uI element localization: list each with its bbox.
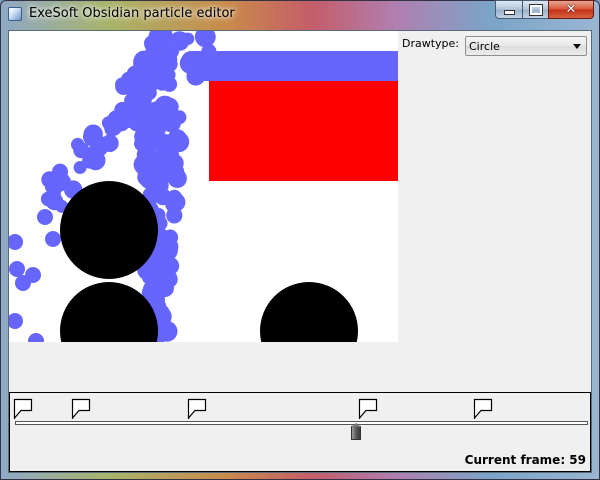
particle: [37, 209, 53, 225]
particle: [40, 191, 56, 207]
particle: [85, 150, 106, 171]
particle: [101, 134, 119, 152]
keyframe-marker[interactable]: [71, 398, 91, 420]
particle: [166, 207, 183, 224]
particle: [85, 127, 103, 145]
keyframe-marker[interactable]: [473, 398, 493, 420]
close-button[interactable]: ✕: [548, 0, 594, 19]
timeline-panel: Current frame: 59: [9, 392, 591, 472]
minimize-button[interactable]: [495, 0, 522, 19]
particle: [186, 66, 206, 86]
keyframe-marker[interactable]: [358, 398, 378, 420]
client-area: Drawtype: Circle Current frame: 59: [8, 30, 592, 473]
title-bar[interactable]: ExeSoft Obsidian particle editor ✕: [0, 0, 600, 30]
particle-canvas[interactable]: [9, 31, 398, 342]
red-block: [209, 81, 398, 181]
keyframe-marker[interactable]: [13, 398, 33, 420]
particle: [9, 313, 23, 329]
particle: [107, 111, 122, 127]
particle: [147, 165, 162, 180]
timeline-track[interactable]: [15, 421, 588, 425]
drawtype-label: Drawtype:: [402, 37, 460, 50]
particle: [167, 189, 182, 205]
drawtype-selected-value: Circle: [469, 40, 500, 53]
caption-buttons: ✕: [495, 0, 594, 20]
particle: [181, 32, 195, 45]
particle: [9, 234, 23, 250]
minimize-icon: [503, 10, 515, 15]
particle: [152, 63, 169, 80]
app-window: ExeSoft Obsidian particle editor ✕ Drawt…: [0, 0, 600, 480]
app-icon: [8, 7, 22, 21]
close-icon: ✕: [565, 2, 577, 17]
particle: [165, 169, 181, 184]
particle: [45, 231, 61, 247]
dropdown-arrow-icon: [573, 44, 581, 49]
particle: [134, 136, 150, 152]
particle-band: [189, 51, 398, 81]
particle: [115, 78, 133, 95]
current-frame-readout: Current frame: 59: [464, 453, 586, 467]
timeline-slider-thumb[interactable]: [350, 423, 361, 440]
particle: [157, 133, 172, 149]
keyframe-marker[interactable]: [187, 398, 207, 420]
particle: [28, 333, 44, 342]
black-circle: [60, 181, 158, 279]
drawtype-dropdown[interactable]: Circle: [465, 36, 587, 56]
particle: [25, 267, 41, 283]
particle: [161, 238, 179, 256]
particle: [53, 173, 71, 191]
maximize-button[interactable]: [522, 0, 548, 19]
maximize-icon: [528, 3, 543, 16]
particle: [71, 137, 85, 152]
window-title: ExeSoft Obsidian particle editor: [29, 6, 235, 21]
particle: [151, 269, 171, 289]
particle-scene: [9, 31, 398, 342]
particle: [9, 261, 25, 277]
particle: [156, 51, 170, 65]
black-circle: [260, 282, 358, 342]
